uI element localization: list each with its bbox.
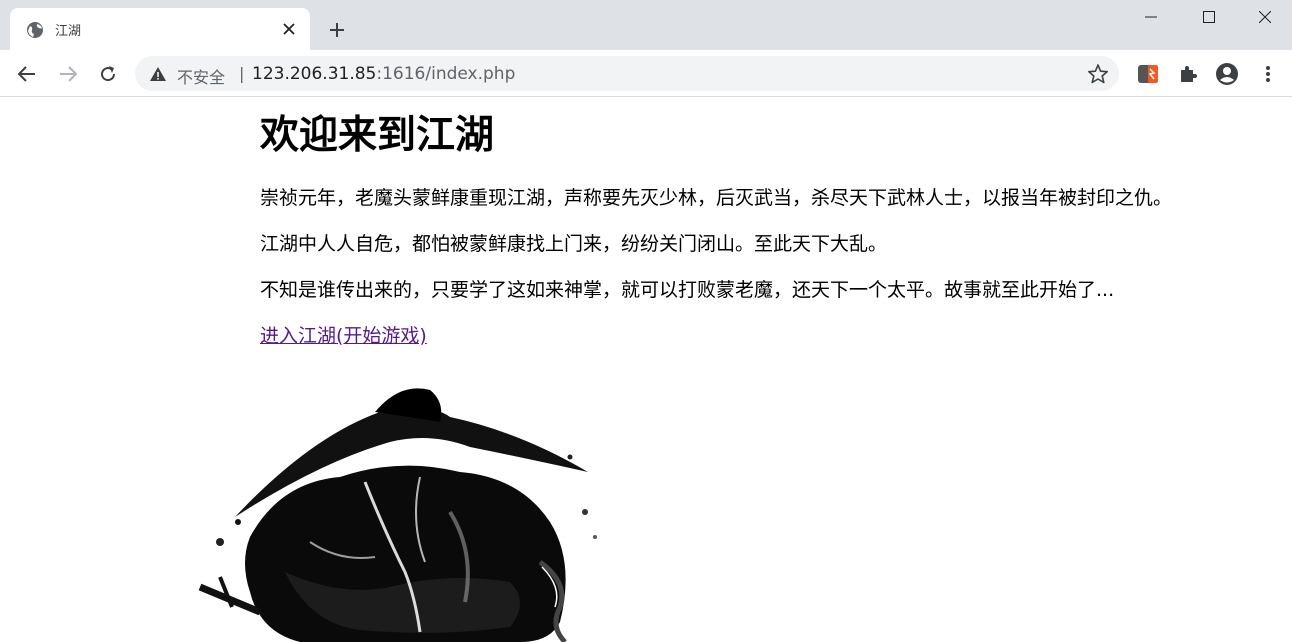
- tab-title: 江湖: [55, 24, 82, 39]
- start-game-link[interactable]: 进入江湖(开始游戏): [260, 325, 427, 347]
- address-bar[interactable]: 不安全 | 123.206.31.85:1616/index.php: [135, 56, 1119, 91]
- security-label[interactable]: 不安全: [177, 64, 225, 88]
- back-arrow-icon[interactable]: [15, 62, 39, 86]
- forward-arrow-icon[interactable]: [56, 62, 80, 86]
- story-paragraph-2: 江湖中人人自危，都怕被蒙鲜康找上门来，纷纷关门闭山。至此天下大乱。: [260, 233, 888, 255]
- page-title: 欢迎来到江湖: [260, 113, 495, 158]
- tab-strip: 江湖: [0, 0, 1292, 50]
- story-paragraph-3: 不知是谁传出来的，只要学了这如来神掌，就可以打败蒙老魔，还天下一个太平。故事就至…: [260, 279, 1115, 301]
- page-content: 欢迎来到江湖 崇祯元年，老魔头蒙鲜康重现江湖，声称要先灭少林，后灭武当，杀尽天下…: [0, 97, 1292, 642]
- url-text[interactable]: 123.206.31.85:1616/index.php: [252, 64, 515, 84]
- plus-icon[interactable]: [326, 19, 348, 41]
- close-icon[interactable]: [280, 20, 298, 38]
- url-path: :1616/index.php: [376, 64, 516, 84]
- puzzle-icon[interactable]: [1176, 62, 1200, 86]
- minimize-icon[interactable]: [1122, 0, 1180, 34]
- globe-icon: [26, 21, 44, 39]
- account-icon[interactable]: [1215, 62, 1239, 86]
- kebab-menu-icon[interactable]: [1256, 62, 1280, 86]
- url-host: 123.206.31.85: [252, 64, 377, 84]
- browser-toolbar: 不安全 | 123.206.31.85:1616/index.php: [0, 50, 1292, 97]
- star-icon[interactable]: [1087, 63, 1109, 85]
- reload-icon[interactable]: [96, 62, 120, 86]
- window-close-icon[interactable]: [1236, 0, 1292, 34]
- active-tab[interactable]: 江湖: [10, 8, 310, 50]
- maximize-icon[interactable]: [1180, 0, 1238, 34]
- intro-section: 欢迎来到江湖 崇祯元年，老魔头蒙鲜康重现江湖，声称要先灭少林，后灭武当，杀尽天下…: [260, 97, 1270, 347]
- ink-swordsman-image: [198, 388, 597, 642]
- extension-icon[interactable]: [1136, 62, 1160, 86]
- warning-icon[interactable]: [149, 65, 167, 83]
- security-separator: |: [239, 64, 245, 83]
- story-paragraph-1: 崇祯元年，老魔头蒙鲜康重现江湖，声称要先灭少林，后灭武当，杀尽天下武林人士，以报…: [260, 187, 1173, 209]
